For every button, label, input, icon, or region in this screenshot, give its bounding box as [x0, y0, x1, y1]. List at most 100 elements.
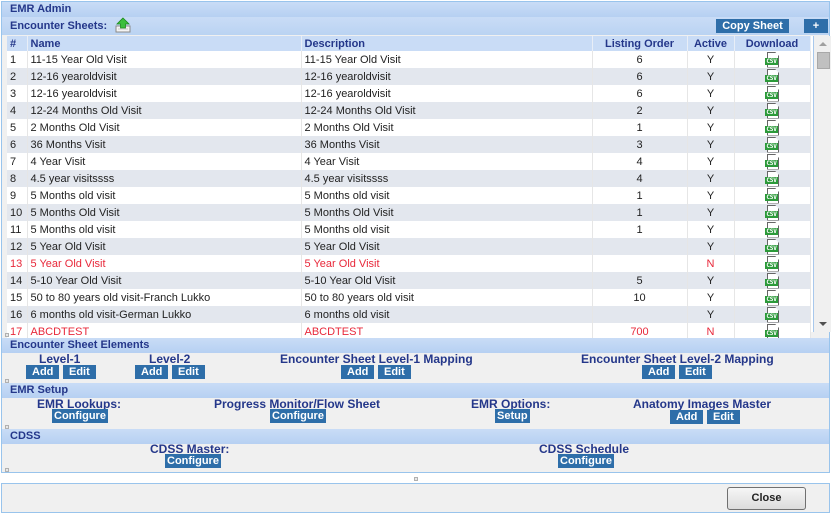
table-row[interactable]: 74 Year Visit 4 Year Visit 4 Y CSV	[7, 153, 811, 170]
column-header-name[interactable]: Name	[27, 36, 302, 51]
emr-options-setup-button[interactable]: Setup	[495, 409, 530, 423]
csv-download-icon[interactable]: CSV	[764, 255, 780, 272]
row-number-cell: 1	[7, 51, 28, 68]
csv-download-icon[interactable]: CSV	[764, 119, 780, 136]
row-name-cell: 5 Months old visit	[27, 221, 302, 238]
csv-download-icon[interactable]: CSV	[764, 204, 780, 221]
row-download-cell: CSV	[734, 170, 811, 187]
scroll-up-arrow-icon[interactable]	[819, 42, 827, 46]
row-listing-order-cell: 4	[592, 170, 688, 187]
csv-tag-label: CSV	[765, 125, 778, 133]
row-listing-order-cell: 1	[592, 119, 688, 136]
encounter-sheets-table: # Name Description Listing Order Active …	[7, 36, 811, 340]
anatomy-images-add-button[interactable]: Add	[670, 410, 704, 424]
csv-tag-label: CSV	[765, 193, 778, 201]
csv-download-icon[interactable]: CSV	[764, 170, 780, 187]
table-row[interactable]: 52 Months Old Visit 2 Months Old Visit 1 Y C…	[7, 119, 811, 136]
csv-download-icon[interactable]: CSV	[764, 153, 780, 170]
row-active-cell: Y	[687, 68, 735, 85]
level-1-mapping-edit-button[interactable]: Edit	[378, 365, 411, 379]
level-1-add-button[interactable]: Add	[26, 365, 60, 379]
row-number-cell: 5	[7, 119, 28, 136]
csv-download-icon[interactable]: CSV	[764, 136, 780, 153]
table-row[interactable]: 2 12-16 yearoldvisit 12-16 yearoldvisit 6 Y C…	[7, 68, 811, 85]
row-description-cell: 6 months old visit	[301, 306, 593, 323]
scroll-down-arrow-icon[interactable]	[819, 322, 827, 326]
level-2-mapping-edit-button[interactable]: Edit	[679, 365, 712, 379]
row-name-cell: 2 Months Old Visit	[27, 119, 302, 136]
csv-download-icon[interactable]: CSV	[764, 85, 780, 102]
anatomy-images-edit-button[interactable]: Edit	[707, 410, 740, 424]
column-header-download[interactable]: Download	[734, 36, 811, 51]
csv-download-icon[interactable]: CSV	[764, 68, 780, 85]
row-active-cell: Y	[687, 306, 735, 323]
csv-download-icon[interactable]: CSV	[764, 51, 780, 68]
add-sheet-button[interactable]: +	[804, 19, 828, 33]
encounter-sheets-toolbar: Encounter Sheets: Copy Sheet +	[2, 17, 829, 35]
column-header-listing-order[interactable]: Listing Order	[592, 36, 688, 51]
row-name-cell: 36 Months Visit	[27, 136, 302, 153]
row-active-cell: Y	[687, 51, 735, 68]
csv-download-icon[interactable]: CSV	[764, 221, 780, 238]
table-row[interactable]: 1 11-15 Year Old Visit 11-15 Year Old Visi…	[7, 51, 811, 68]
level-2-edit-button[interactable]: Edit	[172, 365, 205, 379]
row-number-cell: 6	[7, 136, 28, 153]
column-header-description[interactable]: Description	[301, 36, 593, 51]
row-name-cell: 5 Months old visit	[27, 187, 302, 204]
column-header-active[interactable]: Active	[687, 36, 735, 51]
csv-download-icon[interactable]: CSV	[764, 306, 780, 323]
row-listing-order-cell: 10	[592, 289, 688, 306]
progress-monitor-configure-button[interactable]: Configure	[270, 409, 326, 423]
row-active-cell: Y	[687, 85, 735, 102]
table-row[interactable]: 10 5 Months Old Visit 5 Months Old Visit 1 Y…	[7, 204, 811, 221]
table-row[interactable]: 3 12-16 yearoldvisit 12-16 yearoldvisit 6 Y C…	[7, 85, 811, 102]
vertical-scrollbar[interactable]	[813, 36, 831, 332]
row-description-cell: 2 Months Old Visit	[301, 119, 593, 136]
emr-lookups-configure-button[interactable]: Configure	[52, 409, 108, 423]
csv-download-icon[interactable]: CSV	[764, 272, 780, 289]
row-number-cell: 2	[7, 68, 28, 85]
row-listing-order-cell	[592, 306, 688, 323]
row-listing-order-cell: 4	[592, 153, 688, 170]
row-name-cell: 5 Year Old Visit	[27, 255, 302, 272]
table-row[interactable]: 11 5 Months old visit 5 Months old visit 1 Y…	[7, 221, 811, 238]
cdss-master-configure-button[interactable]: Configure	[165, 454, 221, 468]
csv-download-icon[interactable]: CSV	[764, 187, 780, 204]
table-row[interactable]: 16 6 months old visit-German Lukko 6 month…	[7, 306, 811, 323]
row-listing-order-cell: 5	[592, 272, 688, 289]
table-row[interactable]: 8 4.5 year visitssss 4.5 year visitssss 4 Y C…	[7, 170, 811, 187]
table-row[interactable]: 12 5 Year Old Visit 5 Year Old Visit Y CSV	[7, 238, 811, 255]
csv-tag-label: CSV	[765, 176, 778, 184]
close-button[interactable]: Close	[727, 487, 806, 510]
csv-download-icon[interactable]: CSV	[764, 289, 780, 306]
csv-tag-label: CSV	[765, 142, 778, 150]
splitter-handle-icon[interactable]	[414, 477, 418, 481]
csv-download-icon[interactable]: CSV	[764, 102, 780, 119]
resize-handle-icon[interactable]	[5, 468, 9, 472]
level-2-add-button[interactable]: Add	[135, 365, 169, 379]
level-1-edit-button[interactable]: Edit	[63, 365, 96, 379]
table-row[interactable]: 13 5 Year Old Visit 5 Year Old Visit N CSV	[7, 255, 811, 272]
level-2-mapping-add-button[interactable]: Add	[642, 365, 676, 379]
resize-handle-icon[interactable]	[5, 333, 9, 337]
table-row[interactable]: 6 36 Months Visit 36 Months Visit 3 Y CSV	[7, 136, 811, 153]
scroll-thumb[interactable]	[817, 52, 830, 69]
row-name-cell: 50 to 80 years old visit-Franch Lukko	[27, 289, 302, 306]
level-1-mapping-add-button[interactable]: Add	[341, 365, 375, 379]
row-download-cell: CSV	[734, 187, 811, 204]
encounter-sheets-grid: # Name Description Listing Order Active …	[7, 36, 831, 340]
table-row[interactable]: 14 5-10 Year Old Visit 5-10 Year Old Visit…	[7, 272, 811, 289]
table-row[interactable]: 4 12-24 Months Old Visit 12-24 Months Old …	[7, 102, 811, 119]
table-row[interactable]: 15 50 to 80 years old visit-Franch Lukko 5…	[7, 289, 811, 306]
csv-tag-label: CSV	[765, 74, 778, 82]
upload-arrow-icon[interactable]	[115, 17, 131, 33]
row-listing-order-cell	[592, 238, 688, 255]
row-description-cell: 5 Year Old Visit	[301, 255, 593, 272]
csv-download-icon[interactable]: CSV	[764, 238, 780, 255]
row-description-cell: 4 Year Visit	[301, 153, 593, 170]
encounter-sheets-title: Encounter Sheets:	[10, 20, 108, 32]
column-header-number[interactable]: #	[7, 36, 28, 51]
copy-sheet-button[interactable]: Copy Sheet	[716, 19, 789, 33]
cdss-schedule-configure-button[interactable]: Configure	[558, 454, 614, 468]
table-row[interactable]: 95 Months old visit 5 Months old visit 1 Y C…	[7, 187, 811, 204]
